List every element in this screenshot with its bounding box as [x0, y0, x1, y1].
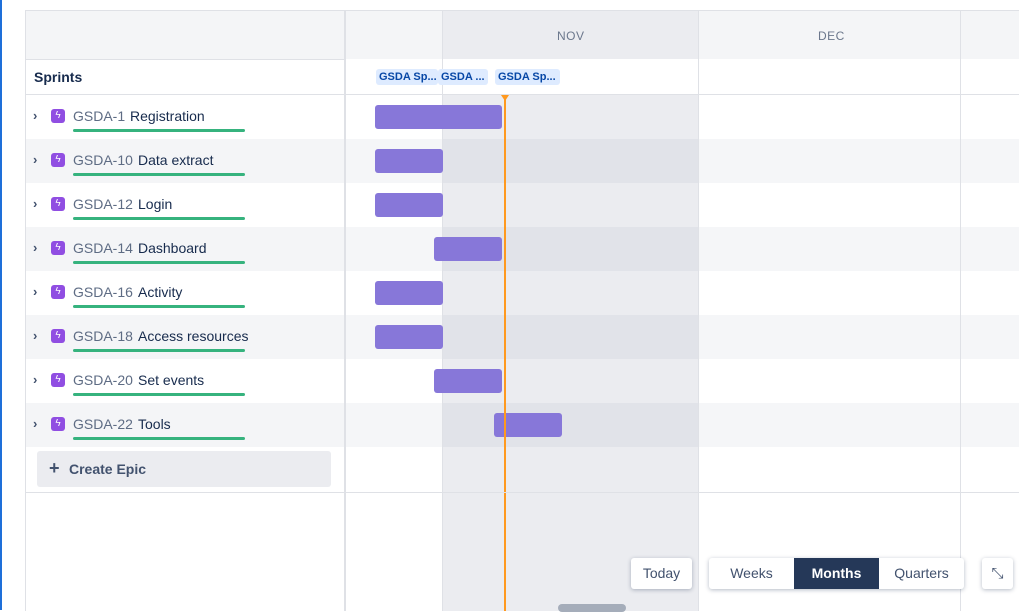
epic-name[interactable]: Registration — [130, 108, 205, 124]
epic-bar-gsda-20[interactable] — [434, 369, 502, 393]
epic-row[interactable]: › ϟ GSDA-12 Login — [26, 183, 344, 227]
today-marker-icon — [501, 95, 509, 101]
timeline-row — [346, 183, 1019, 227]
plus-icon: + — [49, 458, 60, 478]
epic-bar-gsda-16[interactable] — [375, 281, 443, 305]
chevron-right-icon[interactable]: › — [33, 417, 37, 431]
epic-name[interactable]: Set events — [138, 372, 204, 388]
epic-bar-gsda-1[interactable] — [375, 105, 502, 129]
epic-progress-bar — [73, 393, 245, 396]
epic-row[interactable]: › ϟ GSDA-1 Registration — [26, 95, 344, 139]
chevron-right-icon[interactable]: › — [33, 241, 37, 255]
timeline-row — [346, 315, 1019, 359]
epic-name[interactable]: Dashboard — [138, 240, 207, 256]
today-button[interactable]: Today — [631, 558, 692, 589]
epic-name[interactable]: Login — [138, 196, 172, 212]
lightning-icon: ϟ — [51, 417, 65, 431]
timeline-row — [346, 271, 1019, 315]
epic-name[interactable]: Activity — [138, 284, 182, 300]
epic-row[interactable]: › ϟ GSDA-16 Activity — [26, 271, 344, 315]
month-gridline — [698, 11, 699, 611]
collapse-arrows-icon[interactable]: ⤡ — [982, 558, 1013, 589]
epic-key[interactable]: GSDA-18 — [73, 328, 133, 344]
lightning-icon: ϟ — [51, 285, 65, 299]
chevron-right-icon[interactable]: › — [33, 153, 37, 167]
timeline-row — [346, 139, 1019, 183]
lightning-icon: ϟ — [51, 373, 65, 387]
epic-progress-bar — [73, 173, 245, 176]
epic-bar-gsda-12[interactable] — [375, 193, 443, 217]
view-switcher: Weeks Months Quarters — [709, 558, 964, 589]
sprint-chip[interactable]: GSDA Sp... — [495, 69, 560, 85]
epic-progress-bar — [73, 349, 245, 352]
rows-bottom-border — [26, 492, 1019, 493]
epic-progress-bar — [73, 305, 245, 308]
epic-progress-bar — [73, 129, 245, 132]
epic-progress-bar — [73, 437, 245, 440]
lightning-icon: ϟ — [51, 109, 65, 123]
sprints-label: Sprints — [34, 69, 83, 85]
epic-key[interactable]: GSDA-16 — [73, 284, 133, 300]
today-line — [504, 96, 506, 611]
epic-progress-bar — [73, 217, 245, 220]
month-label-nov: NOV — [557, 29, 585, 43]
roadmap: Sprints › ϟ GSDA-1 Registration › ϟ GSDA… — [25, 10, 1019, 612]
epic-name[interactable]: Tools — [138, 416, 171, 432]
epic-key[interactable]: GSDA-12 — [73, 196, 133, 212]
epic-bar-gsda-14[interactable] — [434, 237, 502, 261]
epic-row[interactable]: › ϟ GSDA-18 Access resources — [26, 315, 344, 359]
timeline-panel: NOV DEC GSDA Sp... GSDA ... GSDA Sp... — [346, 11, 1019, 611]
epic-key[interactable]: GSDA-20 — [73, 372, 133, 388]
lightning-icon: ϟ — [51, 197, 65, 211]
chevron-right-icon[interactable]: › — [33, 329, 37, 343]
epic-bar-gsda-10[interactable] — [375, 149, 443, 173]
epic-key[interactable]: GSDA-1 — [73, 108, 125, 124]
chevron-right-icon[interactable]: › — [33, 285, 37, 299]
lightning-icon: ϟ — [51, 329, 65, 343]
month-gridline — [960, 11, 961, 611]
view-quarters-button[interactable]: Quarters — [879, 558, 964, 589]
epic-name[interactable]: Access resources — [138, 328, 248, 344]
epic-key[interactable]: GSDA-14 — [73, 240, 133, 256]
view-months-button[interactable]: Months — [794, 558, 879, 589]
create-epic-label: Create Epic — [69, 461, 147, 477]
epic-row[interactable]: › ϟ GSDA-14 Dashboard — [26, 227, 344, 271]
chevron-right-icon[interactable]: › — [33, 197, 37, 211]
chevron-right-icon[interactable]: › — [33, 109, 37, 123]
month-label-dec: DEC — [818, 29, 845, 43]
month-gridline — [442, 11, 443, 611]
timeline-row — [346, 403, 1019, 447]
sprint-chip[interactable]: GSDA Sp... — [376, 69, 438, 85]
horizontal-scrollbar[interactable] — [558, 604, 626, 612]
view-weeks-button[interactable]: Weeks — [709, 558, 794, 589]
create-epic-button[interactable]: + Create Epic — [37, 451, 331, 487]
epic-key[interactable]: GSDA-10 — [73, 152, 133, 168]
epic-row[interactable]: › ϟ GSDA-20 Set events — [26, 359, 344, 403]
epic-name[interactable]: Data extract — [138, 152, 213, 168]
sprint-chip[interactable]: GSDA ... — [438, 69, 488, 85]
sprints-row: Sprints — [26, 59, 344, 95]
window-edge — [0, 0, 2, 610]
epic-key[interactable]: GSDA-22 — [73, 416, 133, 432]
chevron-right-icon[interactable]: › — [33, 373, 37, 387]
epic-bar-gsda-18[interactable] — [375, 325, 443, 349]
epic-row[interactable]: › ϟ GSDA-10 Data extract — [26, 139, 344, 183]
epic-list-panel: Sprints › ϟ GSDA-1 Registration › ϟ GSDA… — [26, 11, 344, 611]
lightning-icon: ϟ — [51, 241, 65, 255]
lightning-icon: ϟ — [51, 153, 65, 167]
epic-progress-bar — [73, 261, 245, 264]
list-header — [26, 11, 344, 60]
epic-row[interactable]: › ϟ GSDA-22 Tools — [26, 403, 344, 447]
